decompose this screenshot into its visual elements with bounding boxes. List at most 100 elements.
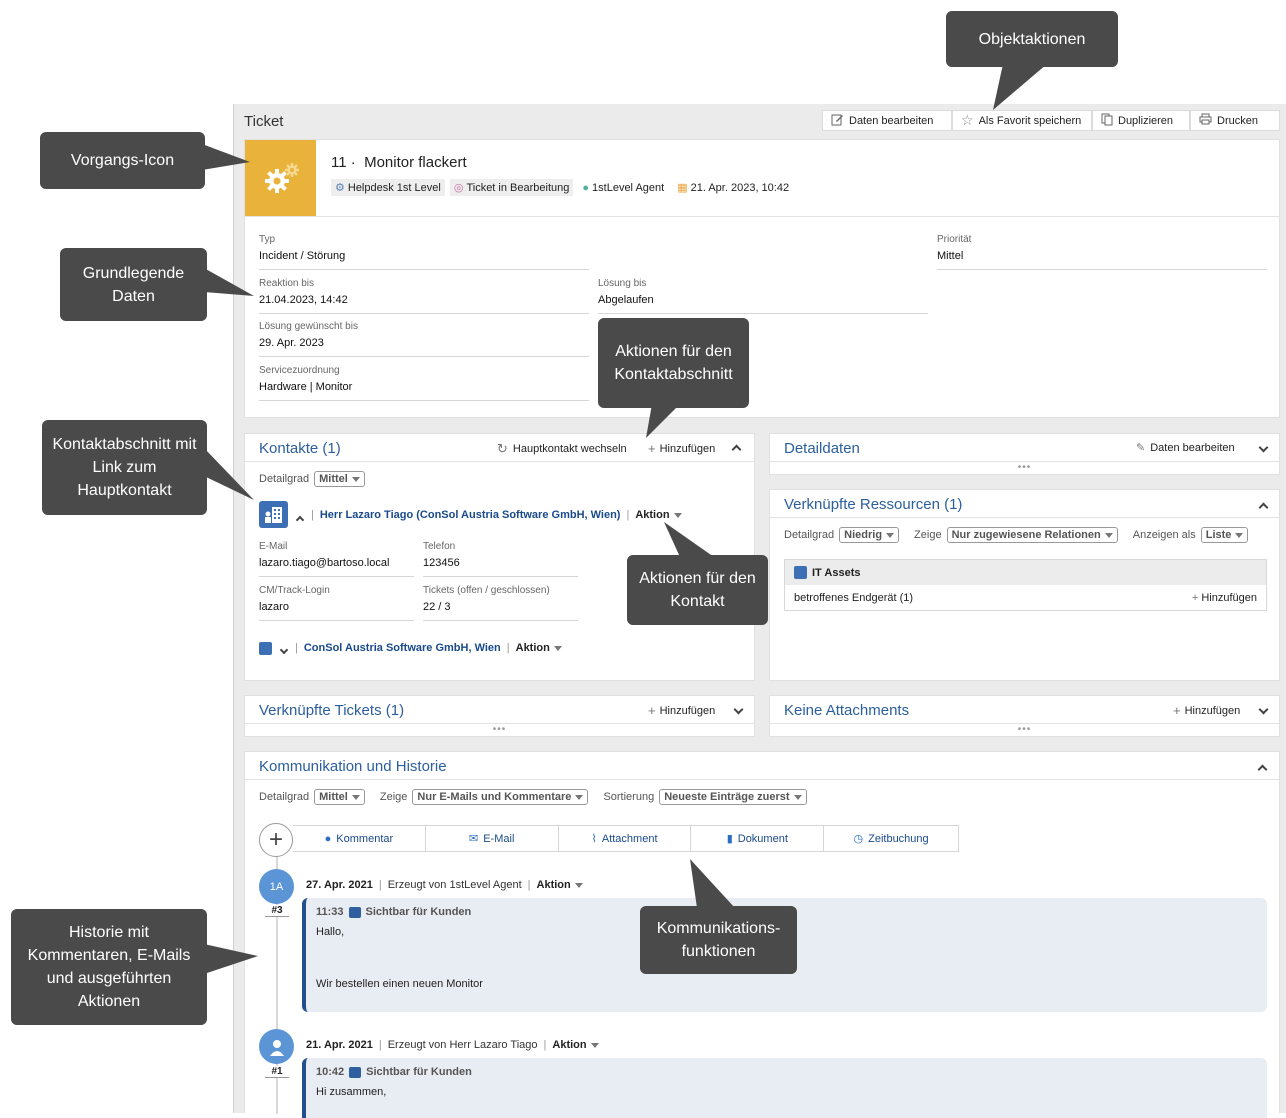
history-show-select[interactable]: Nur E-Mails und Kommentare <box>412 789 589 805</box>
plus-icon: + <box>648 703 656 718</box>
contacts-detail-select[interactable]: Mittel <box>314 471 365 487</box>
printer-icon <box>1199 113 1212 128</box>
entry-content: 10:42 Sichtbar für Kunden Hi zusammen, <box>302 1058 1267 1118</box>
resources-group: IT Assets betroffenes Endgerät (1) + Hinz… <box>784 559 1267 611</box>
collapse-contacts-icon[interactable] <box>731 442 742 456</box>
plus-icon: + <box>648 441 656 456</box>
main-contact-link[interactable]: Herr Lazaro Tiago (ConSol Austria Softwa… <box>320 509 621 521</box>
collapse-history-icon[interactable] <box>1257 762 1268 776</box>
caret-down-icon <box>553 645 562 651</box>
duplicate-button[interactable]: Duplizieren <box>1092 110 1190 131</box>
add-contact-button[interactable]: + Hinzufügen <box>648 441 715 456</box>
resources-group-header: IT Assets <box>785 560 1266 585</box>
callout-pointer <box>202 144 250 170</box>
caret-down-icon <box>351 476 360 482</box>
status-circle-icon: ◎ <box>453 182 464 194</box>
entry-number: #3 <box>265 905 289 917</box>
clock-icon: ◷ <box>853 833 864 845</box>
resources-show-select[interactable]: Nur zugewiesene Relationen <box>946 527 1118 543</box>
resources-title[interactable]: Verknüpfte Ressourcen (1) <box>784 496 962 513</box>
document-button[interactable]: ▮ Dokument <box>691 826 825 851</box>
field-typ: Typ Incident / Störung <box>259 234 589 270</box>
company-icon <box>259 642 272 655</box>
expand-linked-tickets-icon[interactable] <box>733 704 744 716</box>
save-favorite-button[interactable]: ☆ Als Favorit speichern <box>952 110 1092 131</box>
add-resource-button[interactable]: + Hinzufügen <box>1192 592 1257 604</box>
callout-objektaktionen: Objektaktionen <box>946 11 1118 67</box>
add-attachment-button[interactable]: + Hinzufügen <box>1173 703 1240 718</box>
add-linked-ticket-button[interactable]: + Hinzufügen <box>648 703 715 718</box>
star-icon: ☆ <box>961 112 974 128</box>
more-dots-icon[interactable]: ••• <box>1018 724 1032 735</box>
resources-detail-select[interactable]: Niedrig <box>839 527 900 543</box>
paperclip-icon: ⌇ <box>591 833 597 845</box>
callout-pointer <box>690 859 735 908</box>
resource-item[interactable]: betroffenes Endgerät (1) <box>794 592 913 604</box>
caret-down-icon <box>575 794 584 800</box>
add-plus-icon[interactable]: + <box>259 823 293 857</box>
date-info: ▦ 21. Apr. 2023, 10:42 <box>677 181 790 195</box>
status-badge: ◎ Ticket in Bearbeitung <box>449 179 574 196</box>
time-booking-button[interactable]: ◷ Zeitbuchung <box>824 826 958 851</box>
expand-attachments-icon[interactable] <box>1258 704 1269 716</box>
detaildata-title[interactable]: Detaildaten <box>784 440 860 457</box>
plus-icon: + <box>1173 703 1181 718</box>
assets-icon <box>794 566 807 579</box>
email-button[interactable]: ✉ E-Mail <box>426 826 559 851</box>
history-detail-select[interactable]: Mittel <box>314 789 365 805</box>
contact-avatar <box>259 501 288 528</box>
entry-action-menu[interactable]: Aktion <box>537 879 583 891</box>
more-dots-icon[interactable]: ••• <box>493 724 507 735</box>
attachments-title[interactable]: Keine Attachments <box>784 702 909 719</box>
contact-tickets: Tickets (offen / geschlossen) 22 / 3 <box>423 585 578 621</box>
company-row: | ConSol Austria Software GmbH, Wien | A… <box>295 642 562 654</box>
gears-icon <box>264 163 299 193</box>
edit-data-button[interactable]: Daten bearbeiten <box>822 110 952 131</box>
print-button[interactable]: Drucken <box>1190 110 1280 131</box>
caret-down-icon <box>886 532 895 538</box>
resources-display-select[interactable]: Liste <box>1200 527 1249 543</box>
field-servicezuordnung: Servicezuordnung Hardware | Monitor <box>259 365 589 401</box>
history-title[interactable]: Kommunikation und Historie <box>259 758 447 775</box>
callout-pointer <box>204 944 258 974</box>
resources-filters: Detailgrad Niedrig Zeige Nur zugewiesene… <box>784 527 1249 543</box>
copy-icon <box>1101 113 1113 129</box>
collapse-resources-icon[interactable] <box>1258 500 1269 514</box>
callout-pointer <box>993 64 1047 110</box>
contacts-detail-level: Detailgrad Mittel <box>259 471 365 487</box>
contact-phone: Telefon 123456 <box>423 541 578 577</box>
history-sort-select[interactable]: Neueste Einträge zuerst <box>659 789 807 805</box>
switch-main-contact-button[interactable]: ↻ Hauptkontakt wechseln <box>497 441 627 457</box>
more-dots-icon[interactable]: ••• <box>1018 462 1032 473</box>
avatar: 1A <box>259 869 294 904</box>
ticket-meta: ⚙ Helpdesk 1st Level ◎ Ticket in Bearbeitu… <box>331 179 793 196</box>
contact-login: CM/Track-Login lazaro <box>259 585 414 621</box>
callout-grunddaten: Grundlegende Daten <box>60 248 207 321</box>
speech-bubble-icon: ● <box>324 832 332 845</box>
field-loesung: Lösung bis Abgelaufen <box>598 278 928 314</box>
queue-badge: ⚙ Helpdesk 1st Level <box>331 179 445 196</box>
comment-button[interactable]: ● Kommentar <box>293 826 426 851</box>
callout-kontaktabschnitt: Kontaktabschnitt mit Link zum Hauptkonta… <box>42 420 207 515</box>
expand-company-icon[interactable] <box>279 644 289 656</box>
attachment-button[interactable]: ⌇ Attachment <box>559 826 692 851</box>
company-action-menu[interactable]: Aktion <box>516 642 562 654</box>
detaildata-edit-button[interactable]: ✎ Daten bearbeiten <box>1136 441 1235 455</box>
user-icon: ● <box>582 181 590 194</box>
building-person-icon <box>264 506 282 523</box>
caret-down-icon <box>351 794 360 800</box>
linked-tickets-title[interactable]: Verknüpfte Tickets (1) <box>259 702 404 719</box>
contacts-title[interactable]: Kontakte (1) <box>259 440 341 457</box>
expand-detaildata-icon[interactable] <box>1258 442 1269 454</box>
callout-aktionen-kontaktabschnitt: Aktionen für den Kontaktabschnitt <box>598 318 749 408</box>
field-loesung-gewuenscht: Lösung gewünscht bis 29. Apr. 2023 <box>259 321 589 357</box>
field-prioritaet: Priorität Mittel <box>937 234 1267 270</box>
callout-pointer <box>204 448 254 500</box>
callout-vorgangsicon: Vorgangs-Icon <box>40 132 205 189</box>
collapse-contact-icon[interactable] <box>295 513 305 526</box>
agent-info: ● 1stLevel Agent <box>582 181 665 194</box>
entry-action-menu[interactable]: Aktion <box>552 1039 599 1051</box>
visibility-icon <box>349 1066 362 1078</box>
company-link[interactable]: ConSol Austria Software GmbH, Wien <box>304 642 501 654</box>
avatar <box>259 1029 294 1064</box>
